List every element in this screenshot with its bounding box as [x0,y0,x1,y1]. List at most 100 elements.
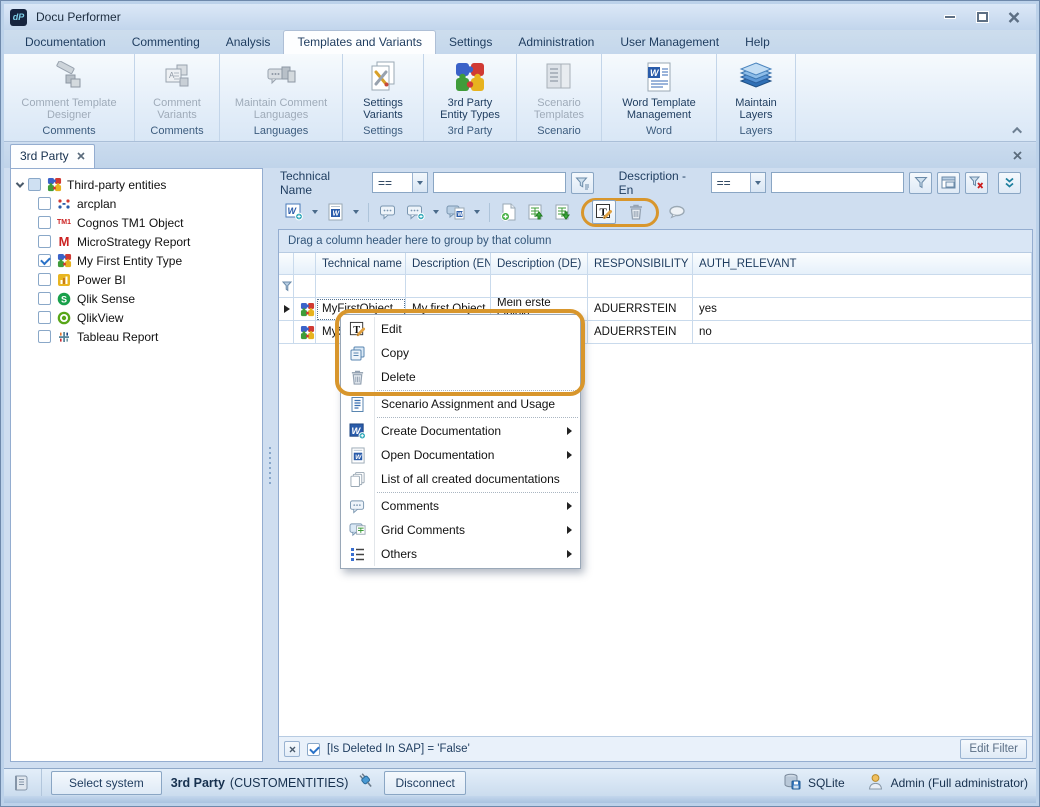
filter-cell[interactable] [491,275,588,298]
checkbox[interactable] [38,216,51,229]
menu-item-others[interactable]: Others [341,542,580,566]
tree-root-third-party-entities[interactable]: Third-party entities [11,175,262,194]
checkbox[interactable] [38,311,51,324]
menu-item-delete[interactable]: Delete [341,365,580,389]
tree-item-microstrategy[interactable]: M MicroStrategy Report [11,232,262,251]
export-excel-button[interactable] [551,200,575,224]
select-system-button[interactable]: Select system [51,771,162,795]
edit-filter-button[interactable]: Edit Filter [960,739,1027,759]
checkbox[interactable] [28,178,41,191]
tree-item-my-first-entity-type[interactable]: My First Entity Type [11,251,262,270]
settings-variants-button[interactable]: Settings Variants [347,56,419,124]
add-comment-button[interactable] [403,200,427,224]
tab-administration[interactable]: Administration [505,31,607,54]
filter-cell[interactable] [406,275,491,298]
menu-item-grid-comments[interactable]: Grid Comments [341,518,580,542]
word-template-management-button[interactable]: W Word Template Management [606,56,712,124]
column-header-responsibility[interactable]: RESPONSIBILITY [588,253,693,275]
tree-item-qlikview[interactable]: QlikView [11,308,262,327]
new-entry-button[interactable] [497,200,521,224]
open-documentation-button[interactable]: W [323,200,347,224]
comment-document-dropdown[interactable] [471,200,482,224]
tab-user-management[interactable]: User Management [607,31,732,54]
disconnect-button[interactable]: Disconnect [384,771,465,795]
cell-auth-relevant[interactable]: no [693,321,1032,344]
tree-item-cognos-tm1[interactable]: TM1 Cognos TM1 Object [11,213,262,232]
tree-item-tableau[interactable]: Tableau Report [11,327,262,346]
checkbox[interactable] [38,292,51,305]
checkbox[interactable] [38,273,51,286]
checkbox[interactable] [38,235,51,248]
technical-name-operator-combo[interactable]: == [372,172,428,193]
remove-filter-button[interactable] [284,741,300,757]
group-by-panel[interactable]: Drag a column header here to group by th… [279,230,1032,253]
delete-entry-button[interactable] [624,200,648,224]
cell-responsibility[interactable]: ADUERRSTEIN [588,321,693,344]
clear-filter-button[interactable] [965,172,988,194]
maintain-comment-languages-button[interactable]: Maintain Comment Languages [224,56,338,124]
column-header-description-en[interactable]: Description (EN) [406,253,491,275]
menu-item-list-documentations[interactable]: List of all created documentations [341,467,580,491]
expand-chevron-icon[interactable] [16,179,24,187]
maintain-layers-button[interactable]: Maintain Layers [721,56,791,124]
tab-help[interactable]: Help [732,31,783,54]
tab-close-icon[interactable] [77,152,85,160]
advanced-filter-dialog-button[interactable] [937,172,960,194]
panel-close-button[interactable] [1013,149,1022,163]
expand-filter-panel-button[interactable] [998,172,1021,194]
log-panel-icon[interactable] [12,769,42,796]
tree-item-power-bi[interactable]: Power BI [11,270,262,289]
cell-auth-relevant[interactable]: yes [693,298,1032,321]
import-excel-button[interactable] [524,200,548,224]
create-documentation-dropdown[interactable] [309,200,320,224]
checkbox[interactable] [38,254,51,267]
filter-cell[interactable] [588,275,693,298]
tab-templates-and-variants[interactable]: Templates and Variants [283,30,436,54]
menu-item-scenario-assignment[interactable]: Scenario Assignment and Usage [341,392,580,416]
column-header-technical-name[interactable]: Technical name [316,253,406,275]
maximize-button[interactable] [974,11,990,23]
combo-dropdown-button[interactable] [412,173,427,192]
menu-item-copy[interactable]: Copy [341,341,580,365]
filter-button[interactable] [909,172,932,194]
open-documentation-dropdown[interactable] [350,200,361,224]
doc-tab-3rd-party[interactable]: 3rd Party [10,144,95,168]
filter-cell[interactable] [316,275,406,298]
menu-item-open-documentation[interactable]: W Open Documentation [341,443,580,467]
description-operator-combo[interactable]: == [711,172,767,193]
comment-document-button[interactable]: W [444,200,468,224]
column-header-description-de[interactable]: Description (DE) [491,253,588,275]
tab-analysis[interactable]: Analysis [213,31,284,54]
ribbon-collapse-button[interactable] [1010,123,1026,137]
checkbox[interactable] [38,197,51,210]
comments-button[interactable] [376,200,400,224]
scenario-templates-button[interactable]: Scenario Templates [521,56,597,124]
panel-splitter[interactable] [265,168,274,762]
minimize-button[interactable] [942,11,958,23]
tree-item-arcplan[interactable]: arcplan [11,194,262,213]
comment-template-designer-button[interactable]: Comment Template Designer [8,56,130,124]
note-bubble-button[interactable] [665,200,689,224]
comments-dropdown[interactable] [430,200,441,224]
tab-documentation[interactable]: Documentation [12,31,119,54]
create-documentation-button[interactable]: W [282,200,306,224]
apply-filter-button[interactable] [571,172,594,194]
filter-cell[interactable] [294,275,316,298]
menu-item-edit[interactable]: T Edit [341,317,580,341]
tree-item-qlik-sense[interactable]: S Qlik Sense [11,289,262,308]
edit-entry-button[interactable]: T [592,200,616,224]
checkbox[interactable] [38,330,51,343]
combo-dropdown-button[interactable] [750,173,765,192]
cell-responsibility[interactable]: ADUERRSTEIN [588,298,693,321]
menu-item-create-documentation[interactable]: W Create Documentation [341,419,580,443]
filter-cell[interactable] [693,275,1032,298]
menu-item-comments[interactable]: Comments [341,494,580,518]
tab-commenting[interactable]: Commenting [119,31,213,54]
filter-enabled-checkbox[interactable] [307,743,320,756]
third-party-entity-types-button[interactable]: 3rd Party Entity Types [428,56,512,124]
technical-name-filter-input[interactable] [433,172,566,193]
description-filter-input[interactable] [771,172,904,193]
tab-settings[interactable]: Settings [436,31,505,54]
close-button[interactable] [1006,11,1022,23]
comment-variants-button[interactable]: A Comment Variants [139,56,215,124]
